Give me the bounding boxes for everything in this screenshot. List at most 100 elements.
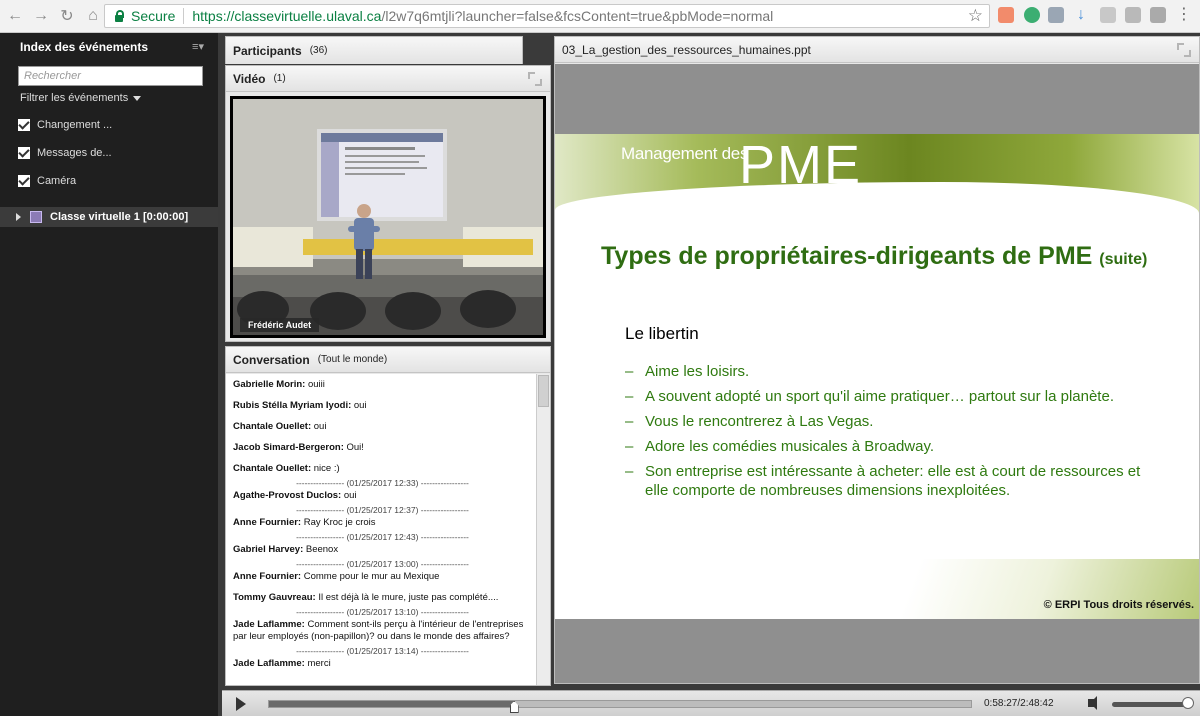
chat-message: Jacob Simard-Bergeron: Oui! [233, 442, 532, 454]
conversation-scope: (Tout le monde) [317, 354, 388, 365]
filter-changement[interactable]: Changement ... [0, 111, 218, 139]
chat-scrollbar[interactable] [536, 374, 550, 685]
panel-menu-icon[interactable]: ≡▾ [192, 40, 204, 53]
brand-text-small: Management des [621, 144, 749, 163]
presenter-name-label: Frédéric Audet [240, 318, 320, 332]
slide-bullet: – A souvent adopté un sport qu'il aime pr… [625, 388, 1114, 405]
copyright-text: © ERPI Tous droits réservés. [1043, 599, 1194, 611]
brand-text-large: PME [739, 135, 863, 195]
seek-progress [269, 701, 515, 707]
chat-message: Gabriel Harvey: Beenox [233, 544, 532, 556]
chat-text: oui [351, 400, 367, 411]
volume-handle[interactable] [1182, 697, 1194, 709]
chat-timestamp: ----------------- (01/25/2017 12:37) ---… [296, 505, 469, 515]
search-input[interactable]: Rechercher [18, 66, 203, 86]
chat-timestamp: ----------------- (01/25/2017 13:00) ---… [296, 559, 469, 569]
checkbox[interactable] [18, 147, 30, 159]
chat-text: Oui! [343, 442, 364, 453]
chat-message: Anne Fournier: Comme pour le mur au Mexi… [233, 571, 532, 583]
chat-text: Beenox [303, 544, 339, 555]
bookmark-star-icon[interactable]: ☆ [968, 6, 983, 26]
browser-menu-icon[interactable]: ⋮ [1176, 7, 1192, 23]
chat-message: Agathe-Provost Duclos: oui [233, 490, 532, 502]
chat-author: Anne Fournier: [233, 517, 302, 528]
fullscreen-icon[interactable] [528, 72, 542, 86]
participants-title: Participants [233, 43, 302, 58]
document-title: 03_La_gestion_des_ressources_humaines.pp… [562, 42, 811, 57]
slide-bullet: – Aime les loisirs. [625, 363, 750, 380]
slide-heading: Types de propriétaires-dirigeants de PME… [601, 242, 1148, 270]
chat-message: Jade Laflamme: merci [233, 658, 532, 670]
session-icon [30, 211, 42, 223]
time-readout: 0:58:27/2:48:42 [984, 698, 1054, 709]
conversation-title: Conversation [233, 352, 310, 367]
url-host: https://classevirtuelle.ulaval.ca [192, 8, 382, 24]
slide-bullet: – Vous le rencontrerez à Las Vegas. [625, 413, 874, 430]
filter-dropdown[interactable]: Filtrer les événements [20, 92, 218, 104]
slide-bullet: – Son entreprise est intéressante à achet… [625, 463, 1141, 499]
scroll-thumb[interactable] [538, 375, 549, 407]
playback-bar: 0:58:27/2:48:42 [222, 690, 1200, 716]
filter-item-label: Messages de... [37, 147, 112, 159]
chat-message: Gabrielle Morin: ouiii [233, 379, 532, 391]
chat-text: merci [304, 658, 331, 669]
reload-icon[interactable]: ↻ [56, 5, 78, 27]
filter-camera[interactable]: Caméra [0, 167, 218, 195]
extension-menu-icon[interactable] [1150, 7, 1166, 23]
download-arrow-icon[interactable]: ↓ [1073, 7, 1089, 23]
volume-slider[interactable] [1112, 702, 1192, 707]
fullscreen-icon[interactable] [1177, 43, 1191, 57]
chat-timestamp: ----------------- (01/25/2017 13:10) ---… [296, 607, 469, 617]
video-player[interactable]: Frédéric Audet [230, 96, 546, 338]
video-pod: Vidéo (1) Frédéric Audet [225, 65, 551, 342]
slide-subheading: Le libertin [625, 324, 699, 343]
chat-text: Il est déjà là le mure, juste pas complé… [315, 592, 499, 603]
extension-shield-icon[interactable] [1048, 7, 1064, 23]
conversation-pod: Conversation (Tout le monde) Gabrielle M… [225, 346, 551, 686]
slide: Management des PME De la création à la c… [555, 134, 1199, 619]
chat-text: nice :) [311, 463, 340, 474]
extension-square-icon[interactable] [1125, 7, 1141, 23]
chat-author: Gabrielle Morin: [233, 379, 306, 390]
chat-text: oui [311, 421, 327, 432]
slide-banner: Management des PME De la création à la c… [555, 134, 1199, 252]
chat-author: Agathe-Provost Duclos: [233, 490, 342, 501]
caret-down-icon [133, 95, 142, 101]
forward-icon[interactable]: → [30, 5, 52, 27]
filter-messages[interactable]: Messages de... [0, 139, 218, 167]
chat-message: Anne Fournier: Ray Kroc je crois [233, 517, 532, 529]
chat-message: Jade Laflamme: Comment sont-ils perçu à … [233, 619, 532, 643]
seek-bar[interactable] [268, 700, 972, 708]
lock-icon [113, 10, 125, 22]
chat-message: Chantale Ouellet: oui [233, 421, 532, 433]
expand-triangle-icon[interactable] [16, 213, 21, 221]
play-icon[interactable] [236, 697, 246, 711]
checkbox[interactable] [18, 175, 30, 187]
chat-text: oui [341, 490, 357, 501]
extension-plus-icon[interactable] [998, 7, 1014, 23]
video-feed [233, 99, 543, 335]
extension-chat-icon[interactable] [1024, 7, 1040, 23]
browser-toolbar: ← → ↻ ⌂ Secure https://classevirtuelle.u… [0, 0, 1200, 33]
chat-author: Jacob Simard-Bergeron: [233, 442, 344, 453]
volume-icon[interactable] [1088, 696, 1097, 710]
chat-author: Chantale Ouellet: [233, 463, 312, 474]
chat-text: Comme pour le mur au Mexique [301, 571, 440, 582]
filter-label: Filtrer les événements [20, 92, 129, 104]
brand-tagline: De la création à la croissance [741, 190, 854, 199]
chat-timestamp: ----------------- (01/25/2017 12:43) ---… [296, 532, 469, 542]
share-pod: 03_La_gestion_des_ressources_humaines.pp… [554, 36, 1200, 684]
event-index-panel: Index des événements ≡▾ Rechercher Filtr… [0, 33, 218, 716]
address-bar[interactable]: Secure https://classevirtuelle.ulaval.ca… [104, 4, 990, 28]
chat-messages: Gabrielle Morin: ouiii Rubis Stélla Myria… [226, 374, 536, 685]
home-icon[interactable]: ⌂ [82, 5, 104, 27]
checkbox[interactable] [18, 119, 30, 131]
url-path: /l2w7q6mtjli?launcher=false&fcsContent=t… [381, 8, 774, 24]
extension-g-icon[interactable] [1100, 7, 1116, 23]
slide-viewport: Management des PME De la création à la c… [555, 64, 1199, 683]
event-index-title: Index des événements [20, 39, 149, 54]
session-item[interactable]: Classe virtuelle 1 [0:00:00] [0, 207, 218, 227]
chat-author: Tommy Gauvreau: [233, 592, 316, 603]
back-icon[interactable]: ← [4, 5, 26, 27]
chat-text: Ray Kroc je crois [301, 517, 376, 528]
